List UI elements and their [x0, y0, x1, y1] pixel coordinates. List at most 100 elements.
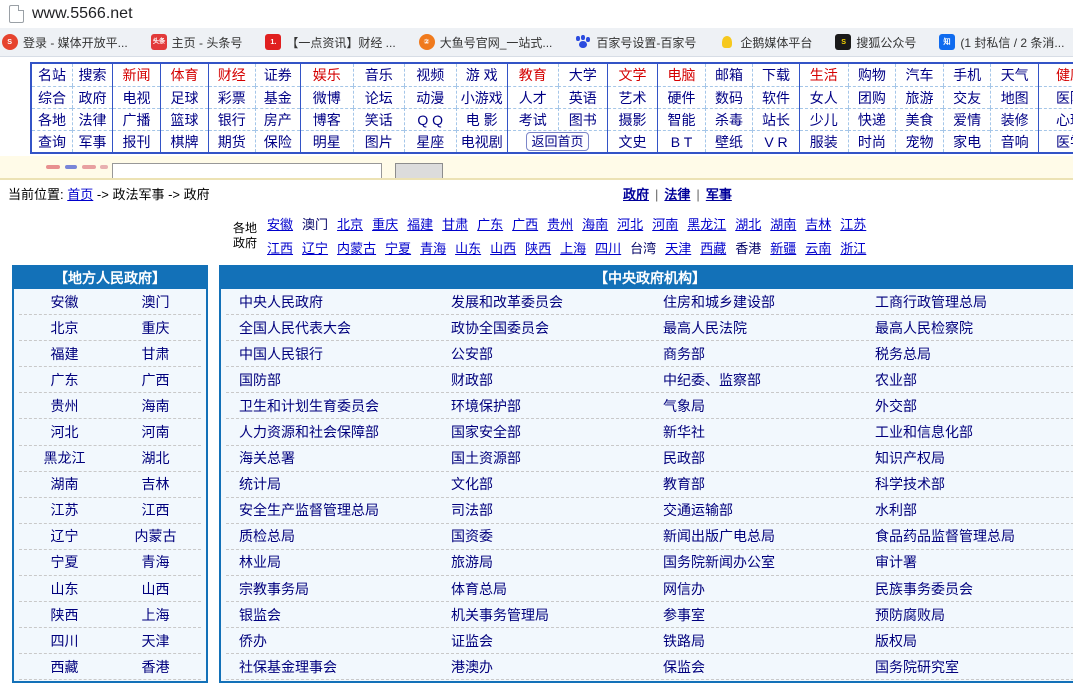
- central-institution-link[interactable]: 科学技术部: [875, 476, 945, 492]
- nav-category-link[interactable]: 娱乐: [313, 65, 341, 85]
- bookmark-item[interactable]: 1.【一点资讯】财经 ...: [265, 34, 395, 51]
- nav-category-link[interactable]: 时尚: [858, 132, 886, 152]
- central-institution-link[interactable]: 国资委: [451, 528, 493, 544]
- region-link[interactable]: 青海: [420, 238, 446, 257]
- local-government-link[interactable]: 天津: [142, 633, 170, 649]
- local-government-link[interactable]: 安徽: [51, 294, 79, 310]
- region-link[interactable]: 山东: [455, 238, 481, 257]
- nav-category-link[interactable]: 汽车: [905, 65, 933, 85]
- breadcrumb-quick-link[interactable]: 军事: [706, 187, 732, 202]
- local-government-link[interactable]: 山西: [142, 581, 170, 597]
- nav-category-link[interactable]: 站长: [762, 110, 790, 130]
- central-institution-link[interactable]: 银监会: [239, 607, 281, 623]
- nav-category-link[interactable]: 微博: [313, 88, 341, 108]
- nav-category-link[interactable]: 政府: [79, 88, 107, 108]
- central-institution-link[interactable]: 网信办: [663, 581, 705, 597]
- nav-category-link[interactable]: 下载: [762, 65, 790, 85]
- central-institution-link[interactable]: 新华社: [663, 424, 705, 440]
- region-link[interactable]: 海南: [582, 214, 608, 233]
- local-government-link[interactable]: 海南: [142, 398, 170, 414]
- central-institution-link[interactable]: 环境保护部: [451, 398, 521, 414]
- local-government-link[interactable]: 广东: [51, 372, 79, 388]
- central-institution-link[interactable]: 税务总局: [875, 346, 931, 362]
- nav-category-link[interactable]: 博客: [313, 110, 341, 130]
- nav-category-link[interactable]: 查询: [38, 132, 66, 152]
- bookmark-item[interactable]: 头条主页 - 头条号: [151, 34, 243, 51]
- local-government-link[interactable]: 广西: [142, 372, 170, 388]
- nav-category-link[interactable]: 少儿: [810, 110, 838, 130]
- local-government-link[interactable]: 西藏: [51, 659, 79, 675]
- central-institution-link[interactable]: 国防部: [239, 372, 281, 388]
- nav-category-link[interactable]: 星座: [416, 132, 444, 152]
- nav-category-link[interactable]: 音响: [1001, 132, 1029, 152]
- nav-category-link[interactable]: 名站: [38, 65, 66, 85]
- breadcrumb-home-link[interactable]: 首页: [67, 187, 93, 202]
- region-link[interactable]: 湖南: [770, 214, 796, 233]
- nav-category-link[interactable]: 视频: [416, 65, 444, 85]
- central-institution-link[interactable]: 知识产权局: [875, 450, 945, 466]
- region-link[interactable]: 澳门: [302, 214, 328, 233]
- local-government-link[interactable]: 福建: [51, 346, 79, 362]
- region-link[interactable]: 广西: [512, 214, 538, 233]
- nav-category-link[interactable]: 服装: [810, 132, 838, 152]
- nav-category-link[interactable]: 图书: [569, 110, 597, 130]
- central-institution-link[interactable]: 发展和改革委员会: [451, 294, 563, 310]
- search-input[interactable]: [112, 163, 382, 180]
- bookmark-item[interactable]: 知(1 封私信 / 2 条消...: [939, 34, 1064, 51]
- region-link[interactable]: 甘肃: [442, 214, 468, 233]
- nav-category-link[interactable]: 英语: [569, 88, 597, 108]
- central-institution-link[interactable]: 民政部: [663, 450, 705, 466]
- nav-category-link[interactable]: 法律: [79, 110, 107, 130]
- nav-category-link[interactable]: 彩票: [218, 88, 246, 108]
- local-government-link[interactable]: 北京: [51, 320, 79, 336]
- nav-category-link[interactable]: 财经: [218, 65, 246, 85]
- region-link[interactable]: 贵州: [547, 214, 573, 233]
- local-government-link[interactable]: 陕西: [51, 607, 79, 623]
- nav-category-link[interactable]: 电 影: [466, 110, 498, 130]
- nav-category-link[interactable]: 电脑: [668, 65, 696, 85]
- nav-category-link[interactable]: 证券: [264, 65, 292, 85]
- nav-category-link[interactable]: 图片: [365, 132, 393, 152]
- bookmark-item[interactable]: S搜狐公众号: [835, 34, 916, 51]
- region-link[interactable]: 北京: [337, 214, 363, 233]
- region-link[interactable]: 河南: [652, 214, 678, 233]
- nav-category-link[interactable]: 快递: [858, 110, 886, 130]
- local-government-link[interactable]: 吉林: [142, 476, 170, 492]
- central-institution-link[interactable]: 版权局: [875, 633, 917, 649]
- region-link[interactable]: 宁夏: [385, 238, 411, 257]
- central-institution-link[interactable]: 旅游局: [451, 554, 493, 570]
- nav-category-link[interactable]: 天气: [1001, 65, 1029, 85]
- region-link[interactable]: 安徽: [267, 214, 293, 233]
- central-institution-link[interactable]: 国家安全部: [451, 424, 521, 440]
- region-link[interactable]: 山西: [490, 238, 516, 257]
- nav-category-link[interactable]: 小游戏: [461, 88, 503, 108]
- central-institution-link[interactable]: 铁路局: [663, 633, 705, 649]
- region-link[interactable]: 河北: [617, 214, 643, 233]
- nav-category-link[interactable]: V R: [764, 134, 787, 150]
- region-link[interactable]: 浙江: [840, 238, 866, 257]
- nav-category-link[interactable]: 游 戏: [466, 65, 498, 85]
- nav-category-link[interactable]: 各地: [38, 110, 66, 130]
- central-institution-link[interactable]: 外交部: [875, 398, 917, 414]
- central-institution-link[interactable]: 国务院研究室: [875, 659, 959, 675]
- local-government-link[interactable]: 山东: [51, 581, 79, 597]
- nav-category-link[interactable]: 体育: [171, 65, 199, 85]
- nav-category-link[interactable]: 交友: [953, 88, 981, 108]
- nav-category-link[interactable]: 电视剧: [461, 132, 503, 152]
- nav-category-link[interactable]: 软件: [762, 88, 790, 108]
- nav-category-link[interactable]: 家电: [953, 132, 981, 152]
- nav-category-link[interactable]: 摄影: [619, 110, 647, 130]
- nav-category-link[interactable]: 邮箱: [715, 65, 743, 85]
- nav-category-link[interactable]: 新闻: [123, 65, 151, 85]
- nav-category-link[interactable]: Q Q: [417, 112, 443, 128]
- nav-category-link[interactable]: 棋牌: [171, 132, 199, 152]
- region-link[interactable]: 湖北: [735, 214, 761, 233]
- central-institution-link[interactable]: 体育总局: [451, 581, 507, 597]
- central-institution-link[interactable]: 安全生产监督管理总局: [239, 502, 379, 518]
- central-institution-link[interactable]: 中央人民政府: [239, 294, 323, 310]
- tab-title[interactable]: www.5566.net: [32, 5, 133, 23]
- nav-category-link[interactable]: 期货: [218, 132, 246, 152]
- central-institution-link[interactable]: 参事室: [663, 607, 705, 623]
- central-institution-link[interactable]: 人力资源和社会保障部: [239, 424, 379, 440]
- region-link[interactable]: 上海: [560, 238, 586, 257]
